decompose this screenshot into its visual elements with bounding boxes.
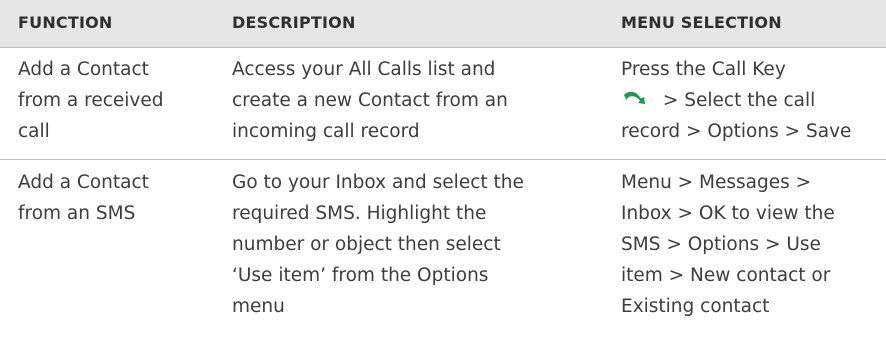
description-line: Access your All Calls list and bbox=[232, 59, 496, 80]
table-header: FUNCTION DESCRIPTION MENU SELECTION bbox=[0, 0, 886, 48]
call-key-icon bbox=[621, 88, 647, 108]
function-line: from a received bbox=[18, 90, 164, 111]
function-cell: Add a Contact from an SMS bbox=[18, 167, 149, 229]
description-cell: Go to your Inbox and select the required… bbox=[232, 167, 524, 322]
function-cell: Add a Contact from a received call bbox=[18, 54, 164, 147]
header-function: FUNCTION bbox=[18, 13, 113, 32]
function-table: FUNCTION DESCRIPTION MENU SELECTION Add … bbox=[0, 0, 886, 338]
description-line: number or object then select bbox=[232, 234, 501, 255]
menu-selection-line: > Select the call bbox=[621, 85, 851, 116]
menu-selection-cell: Press the Call Key > Select the call rec… bbox=[621, 54, 851, 147]
table-row: Add a Contact from a received call Acces… bbox=[0, 47, 886, 160]
menu-selection-cell: Menu > Messages > Inbox > OK to view the… bbox=[621, 167, 835, 322]
table-row: Add a Contact from an SMS Go to your Inb… bbox=[0, 160, 886, 338]
description-line: menu bbox=[232, 296, 285, 317]
description-line: ‘Use item’ from the Options bbox=[232, 265, 489, 286]
function-line: Add a Contact bbox=[18, 172, 149, 193]
description-cell: Access your All Calls list and create a … bbox=[232, 54, 508, 147]
function-line: call bbox=[18, 121, 50, 142]
header-description: DESCRIPTION bbox=[232, 13, 356, 32]
menu-selection-line: record > Options > Save bbox=[621, 121, 852, 142]
header-menu-selection: MENU SELECTION bbox=[621, 13, 782, 32]
menu-selection-line: Press the Call Key bbox=[621, 59, 786, 80]
description-line: incoming call record bbox=[232, 121, 420, 142]
menu-selection-line: SMS > Options > Use bbox=[621, 234, 821, 255]
function-line: Add a Contact bbox=[18, 59, 149, 80]
menu-selection-line: Inbox > OK to view the bbox=[621, 203, 835, 224]
description-line: Go to your Inbox and select the bbox=[232, 172, 524, 193]
menu-selection-line: Existing contact bbox=[621, 296, 770, 317]
menu-selection-line: item > New contact or bbox=[621, 265, 831, 286]
function-line: from an SMS bbox=[18, 203, 136, 224]
menu-selection-line: Menu > Messages > bbox=[621, 172, 812, 193]
description-line: create a new Contact from an bbox=[232, 90, 508, 111]
menu-selection-text: > Select the call bbox=[657, 90, 816, 111]
description-line: required SMS. Highlight the bbox=[232, 203, 487, 224]
